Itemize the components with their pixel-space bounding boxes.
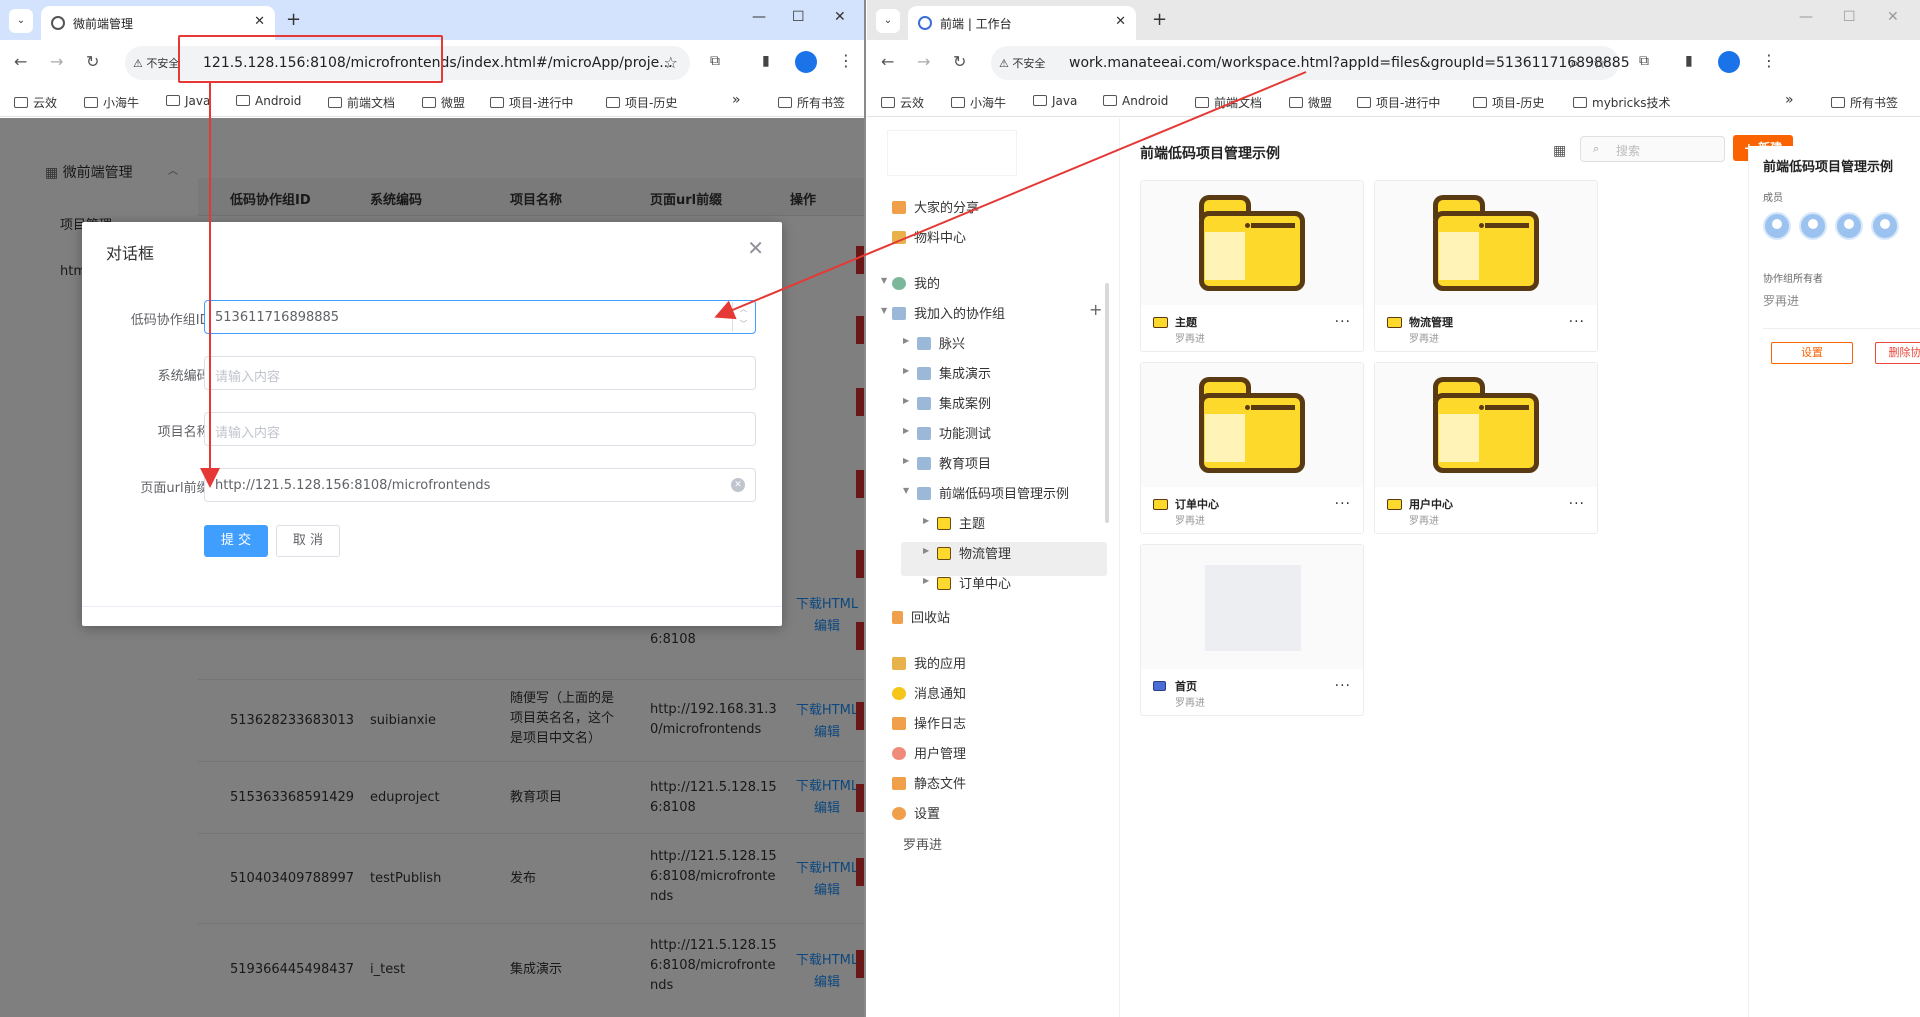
annotation-arrows: [200, 71, 1307, 488]
arrow-to-field: [714, 71, 1307, 320]
